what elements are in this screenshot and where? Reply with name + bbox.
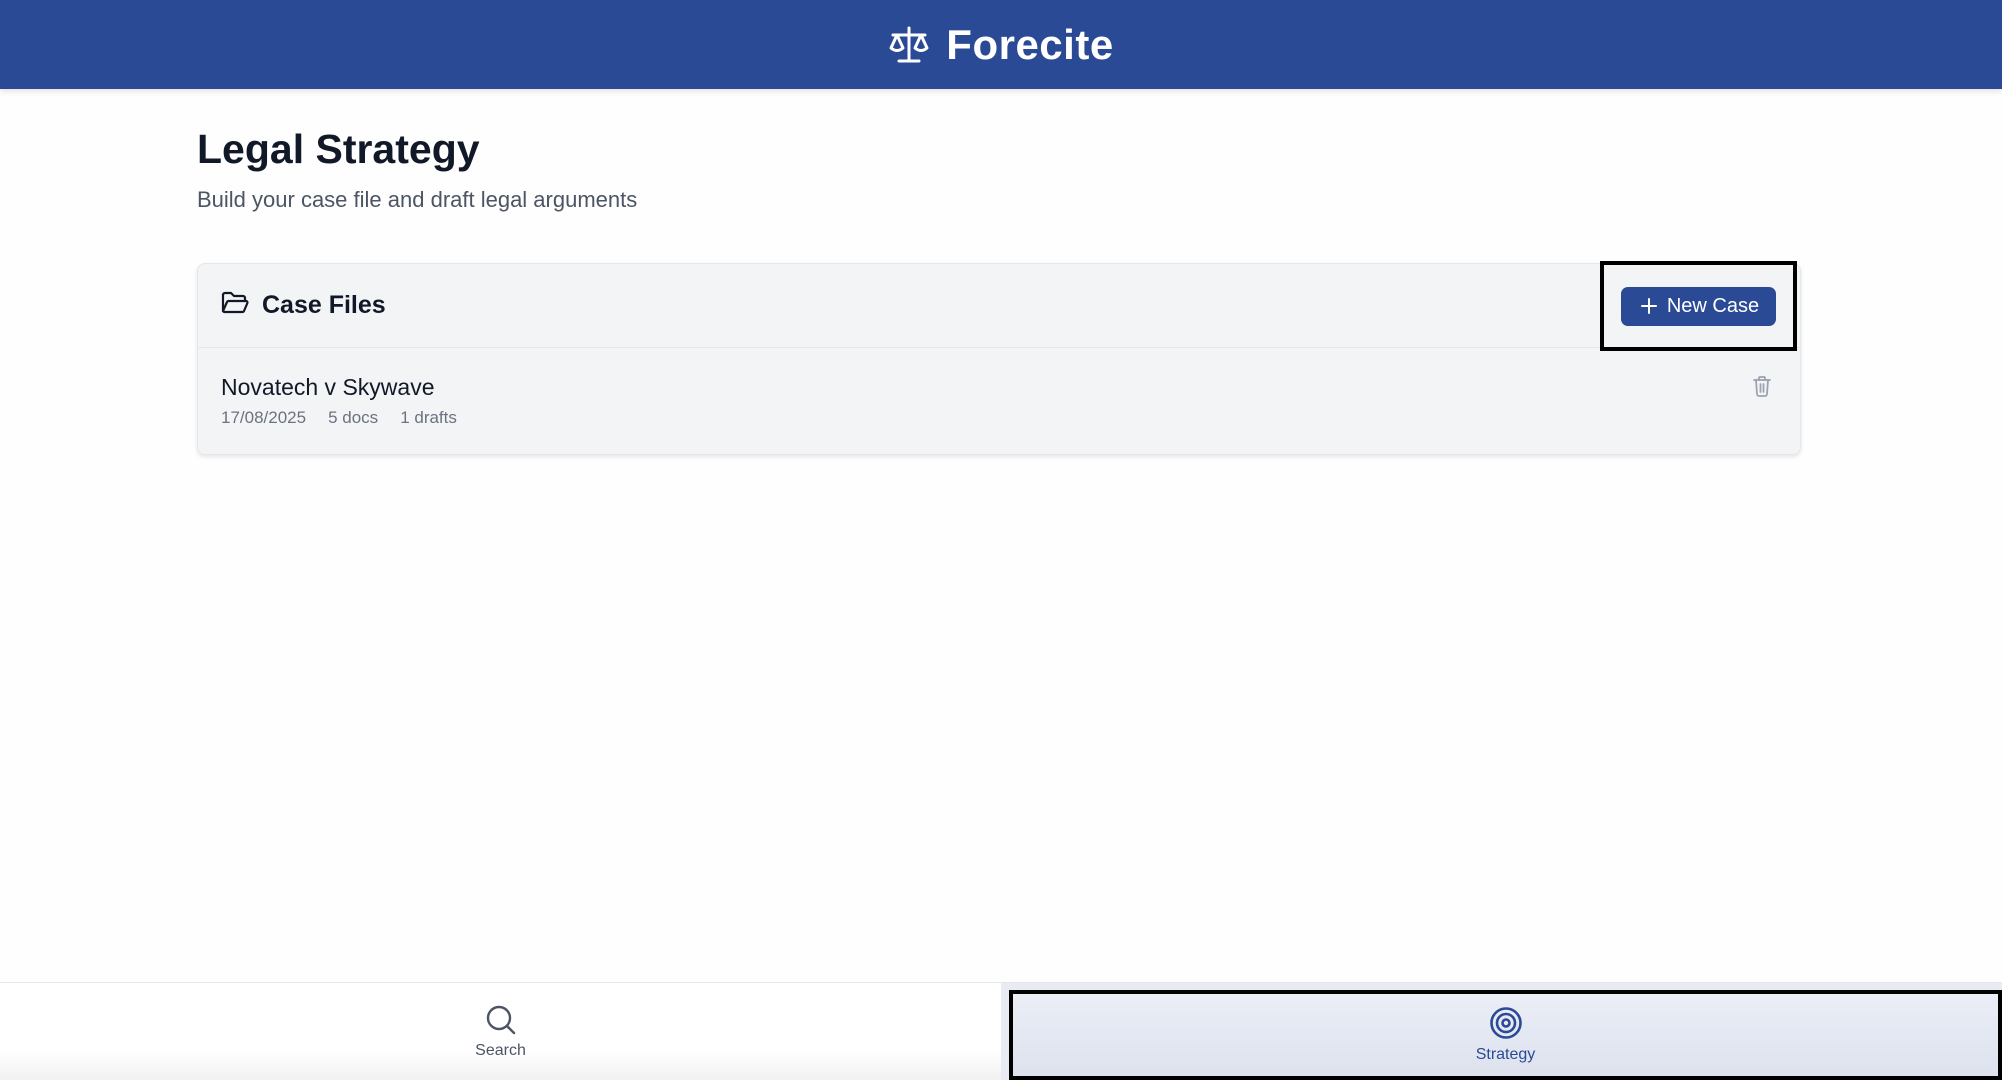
main-content: Legal Strategy Build your case file and … — [197, 124, 1801, 455]
case-files-title: Case Files — [262, 291, 386, 319]
case-files-header: Case Files New Case — [198, 261, 1800, 351]
new-case-button[interactable]: New Case — [1620, 286, 1777, 326]
bottom-nav: Search Strategy — [0, 982, 2002, 1080]
case-list-item[interactable]: Novatech v Skywave 17/08/2025 5 docs 1 d… — [198, 348, 1800, 456]
app-root: Forecite Legal Strategy Build your case … — [0, 0, 2002, 1080]
case-drafts-count: 1 drafts — [400, 408, 457, 427]
top-header: Forecite — [0, 0, 2002, 89]
nav-tab-strategy-container: Strategy — [1001, 983, 2002, 1080]
trash-icon[interactable] — [1750, 374, 1774, 398]
nav-tab-strategy[interactable]: Strategy — [1009, 990, 2002, 1080]
search-icon — [485, 1004, 517, 1036]
nav-label-search: Search — [475, 1041, 526, 1059]
page-title: Legal Strategy — [197, 126, 480, 172]
app-name: Forecite — [946, 20, 1114, 68]
target-icon — [1489, 1006, 1523, 1040]
nav-label-strategy: Strategy — [1475, 1046, 1536, 1063]
case-meta: 17/08/2025 5 docs 1 drafts — [221, 408, 1777, 428]
new-case-label: New Case — [1666, 294, 1760, 317]
case-date: 17/08/2025 — [221, 408, 307, 427]
folder-open-icon — [221, 291, 249, 320]
new-case-highlight: New Case — [1600, 261, 1797, 351]
plus-icon — [1640, 297, 1658, 315]
case-docs-count: 5 docs — [328, 408, 379, 427]
brand[interactable]: Forecite — [888, 21, 1113, 69]
case-name[interactable]: Novatech v Skywave — [221, 372, 1777, 402]
case-files-card: Case Files New Case Novatech v Skywave 1… — [197, 261, 1801, 456]
page-subtitle: Build your case file and draft legal arg… — [197, 187, 638, 212]
nav-tab-search[interactable]: Search — [0, 983, 1001, 1080]
scale-icon — [888, 25, 930, 65]
case-files-title-group: Case Files — [221, 291, 386, 320]
